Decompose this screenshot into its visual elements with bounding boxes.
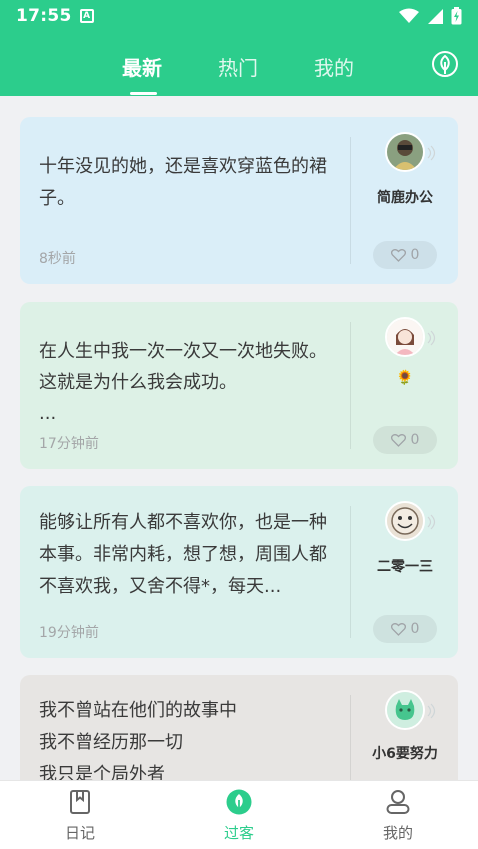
user-avatar[interactable] [385, 690, 425, 730]
feed-card[interactable]: 我不曾站在他们的故事中 我不曾经历那一切 我只是个局外者 小6要努力 [20, 675, 458, 780]
bottom-nav: 日记 过客 我的 [0, 780, 478, 849]
heart-icon [390, 622, 406, 636]
sound-wave-icon [427, 514, 436, 530]
tab-mine[interactable]: 我的 [314, 52, 354, 81]
username[interactable]: 二零一三 [360, 556, 450, 576]
sound-wave-icon [427, 330, 436, 346]
like-count: 0 [410, 621, 420, 637]
top-tab-bar: 最新 热门 我的 [0, 32, 478, 96]
like-count: 0 [410, 247, 420, 263]
feed-card[interactable]: 能够让所有人都不喜欢你，也是一种本事。非常内耗，想了想，周围人都不喜欢我，又舍不… [20, 486, 458, 658]
nav-visitor-label: 过客 [223, 824, 254, 842]
feed-list[interactable]: 十年没见的她，还是喜欢穿蓝色的裙子。 8秒前 简鹿办公 0 在人生中我一次一次又… [0, 96, 478, 780]
feed-card[interactable]: 在人生中我一次一次又一次地失败。这就是为什么我会成功。 ... 17分钟前 🌻 … [20, 302, 458, 469]
status-time: 17:55 [16, 6, 72, 26]
card-text: 在人生中我一次一次又一次地失败。这就是为什么我会成功。 ... [39, 341, 327, 424]
username[interactable]: 简鹿办公 [360, 187, 450, 207]
signal-icon [428, 9, 443, 24]
nav-mine-label: 我的 [382, 824, 413, 842]
active-tab-indicator [130, 92, 157, 95]
user-avatar[interactable] [385, 132, 425, 172]
like-count: 0 [410, 432, 420, 448]
nav-mine[interactable]: 我的 [358, 789, 438, 843]
like-button[interactable]: 0 [373, 615, 437, 643]
like-button[interactable]: 0 [373, 241, 437, 269]
like-button[interactable]: 0 [373, 426, 437, 454]
notification-icon: A [79, 9, 94, 23]
card-text: 我不曾站在他们的故事中 我不曾经历那一切 我只是个局外者 [39, 700, 237, 780]
user-avatar[interactable] [385, 317, 425, 357]
diary-icon [70, 790, 90, 814]
user-icon [386, 790, 410, 814]
sound-wave-icon [427, 145, 436, 161]
card-time: 17分钟前 [39, 436, 99, 452]
wifi-icon [399, 8, 419, 23]
card-divider [350, 695, 351, 780]
feed-card[interactable]: 十年没见的她，还是喜欢穿蓝色的裙子。 8秒前 简鹿办公 0 [20, 117, 458, 284]
username[interactable]: 🌻 [360, 370, 450, 386]
tab-latest[interactable]: 最新 [122, 52, 162, 81]
leaf-write-icon[interactable] [431, 50, 459, 78]
card-time: 8秒前 [39, 251, 76, 267]
heart-icon [390, 433, 406, 447]
card-time: 19分钟前 [39, 625, 99, 641]
leaf-icon [226, 789, 252, 815]
card-text: 十年没见的她，还是喜欢穿蓝色的裙子。 [39, 156, 327, 209]
card-divider [350, 506, 351, 638]
nav-visitor[interactable]: 过客 [199, 789, 279, 843]
heart-icon [390, 248, 406, 262]
sound-wave-icon [427, 703, 436, 719]
status-bar: 17:55 A [0, 0, 478, 32]
user-avatar[interactable] [385, 501, 425, 541]
nav-diary[interactable]: 日记 [40, 789, 120, 843]
card-divider [350, 322, 351, 449]
card-text: 能够让所有人都不喜欢你，也是一种本事。非常内耗，想了想，周围人都不喜欢我，又舍不… [39, 512, 327, 597]
card-divider [350, 137, 351, 264]
tab-hot[interactable]: 热门 [218, 52, 258, 81]
nav-diary-label: 日记 [64, 824, 95, 842]
username[interactable]: 小6要努力 [360, 743, 450, 763]
battery-icon [451, 7, 462, 25]
